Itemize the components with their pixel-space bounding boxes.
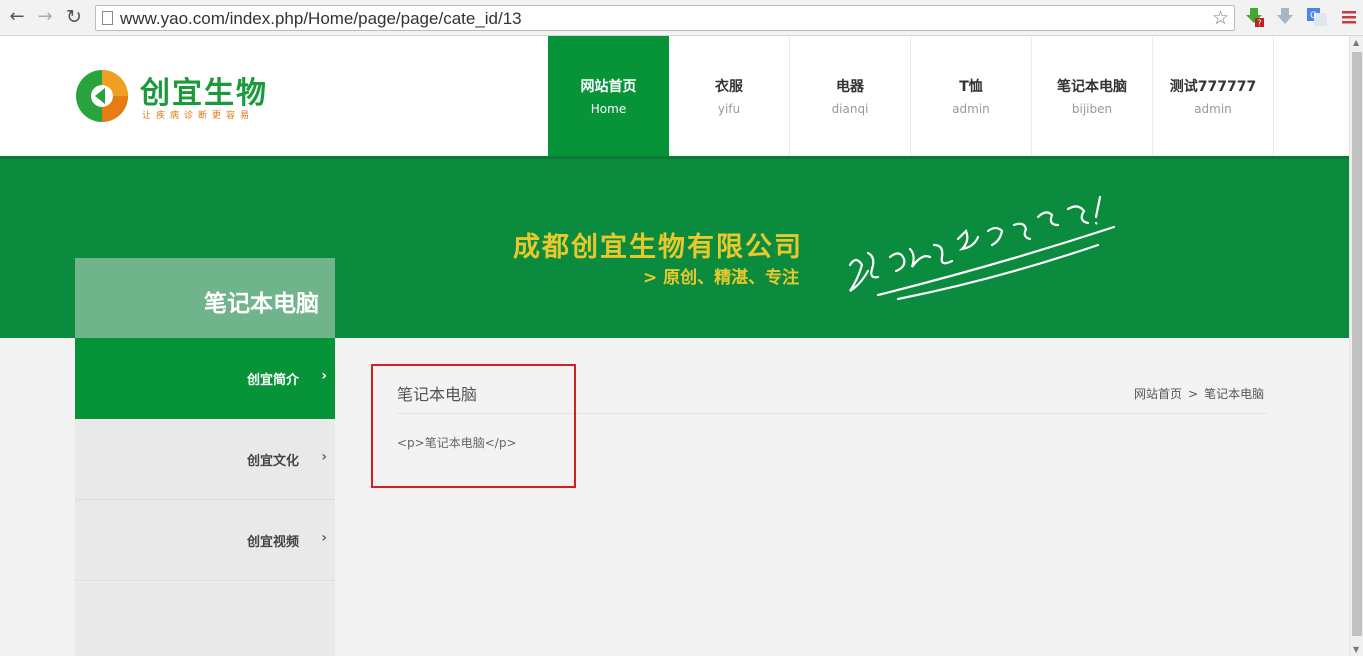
site-logo[interactable]: 创宜生物 让疾病诊断更容易 <box>75 66 285 126</box>
nav-item-sublabel: bijiben <box>1071 102 1113 116</box>
breadcrumb-home-link[interactable]: 网站首页 <box>1134 387 1182 401</box>
nav-item-bijiben[interactable]: 笔记本电脑 bijiben <box>1032 36 1153 156</box>
translate-extension-icon[interactable]: G <box>1307 7 1327 27</box>
nav-item-home[interactable]: 网站首页 Home <box>548 36 669 156</box>
chevron-right-icon: › <box>321 530 327 546</box>
nav-item-sublabel: admin <box>1194 102 1232 116</box>
sidebar-item-label: 创宜简介 <box>246 373 299 388</box>
scroll-down-icon[interactable]: ▼ <box>1353 645 1359 654</box>
chevron-right-icon: › <box>321 449 327 465</box>
sidebar-title: 笔记本电脑 <box>75 258 335 338</box>
address-bar[interactable]: www.yao.com/index.php/Home/page/page/cat… <box>95 5 1235 31</box>
breadcrumb-separator: > <box>1188 387 1199 401</box>
nav-item-label: 测试777777 <box>1169 79 1257 95</box>
address-bar-url[interactable]: www.yao.com/index.php/Home/page/page/cat… <box>120 9 522 29</box>
banner-title: 成都创宜生物有限公司 <box>513 232 803 263</box>
nav-item-yifu[interactable]: 衣服 yifu <box>669 36 790 156</box>
nav-item-sublabel: yifu <box>717 102 741 116</box>
reload-icon[interactable]: ↻ <box>63 6 85 28</box>
page-scrollbar[interactable]: ▲ ▼ <box>1349 36 1363 656</box>
svg-text:?: ? <box>1257 19 1261 28</box>
logo-mark-icon <box>76 70 128 122</box>
logo-slogan: 让疾病诊断更容易 <box>142 111 255 121</box>
page-icon <box>102 11 113 25</box>
download-arrow-icon[interactable] <box>1275 7 1295 27</box>
banner-subtitle: > 原创、精湛、专注 <box>643 268 800 288</box>
breadcrumb-current[interactable]: 笔记本电脑 <box>1204 387 1264 401</box>
scrollbar-thumb[interactable] <box>1352 52 1362 636</box>
nav-item-label: 网站首页 <box>580 79 637 95</box>
scroll-up-icon[interactable]: ▲ <box>1353 38 1359 47</box>
sidebar-item-label: 创宜视频 <box>246 535 299 550</box>
site-header: 创宜生物 让疾病诊断更容易 网站首页 Home 衣服 yifu 电器 dianq… <box>0 36 1349 156</box>
svg-text:G: G <box>1310 11 1317 21</box>
sidebar-item-intro[interactable]: 创宜简介 › <box>75 338 335 419</box>
sidebar-item-culture[interactable]: 创宜文化 › <box>75 419 335 500</box>
sidebar-title-text: 笔记本电脑 <box>204 291 319 317</box>
bookmark-star-icon[interactable]: ☆ <box>1212 7 1229 29</box>
back-arrow-icon[interactable]: ← <box>6 6 28 28</box>
calligraphy-signature-image <box>848 195 1116 301</box>
logo-name: 创宜生物 <box>140 76 268 111</box>
nav-item-test[interactable]: 测试777777 admin <box>1153 36 1274 156</box>
chevron-right-icon: › <box>321 368 327 384</box>
nav-item-sublabel: dianqi <box>831 102 869 116</box>
nav-item-label: 笔记本电脑 <box>1057 79 1127 95</box>
menu-icon[interactable] <box>1339 7 1359 27</box>
browser-toolbar: ← → ↻ www.yao.com/index.php/Home/page/pa… <box>0 0 1363 36</box>
annotation-highlight-box <box>371 364 576 488</box>
nav-item-label: T恤 <box>959 79 983 95</box>
forward-arrow-icon[interactable]: → <box>34 6 56 28</box>
sidebar-fill <box>75 582 335 656</box>
nav-item-label: 衣服 <box>715 79 743 95</box>
download-extension-icon[interactable]: ? <box>1244 7 1264 27</box>
sidebar-item-video[interactable]: 创宜视频 › <box>75 500 335 581</box>
nav-item-sublabel: admin <box>952 102 990 116</box>
nav-item-label: 电器 <box>836 79 864 95</box>
nav-item-sublabel: Home <box>590 102 627 116</box>
breadcrumb: 网站首页 > 笔记本电脑 <box>1134 385 1264 402</box>
main-nav: 网站首页 Home 衣服 yifu 电器 dianqi T恤 admin 笔记本… <box>548 36 1274 156</box>
nav-item-dianqi[interactable]: 电器 dianqi <box>790 36 911 156</box>
nav-item-tshirt[interactable]: T恤 admin <box>911 36 1032 156</box>
sidebar-item-label: 创宜文化 <box>246 454 299 469</box>
